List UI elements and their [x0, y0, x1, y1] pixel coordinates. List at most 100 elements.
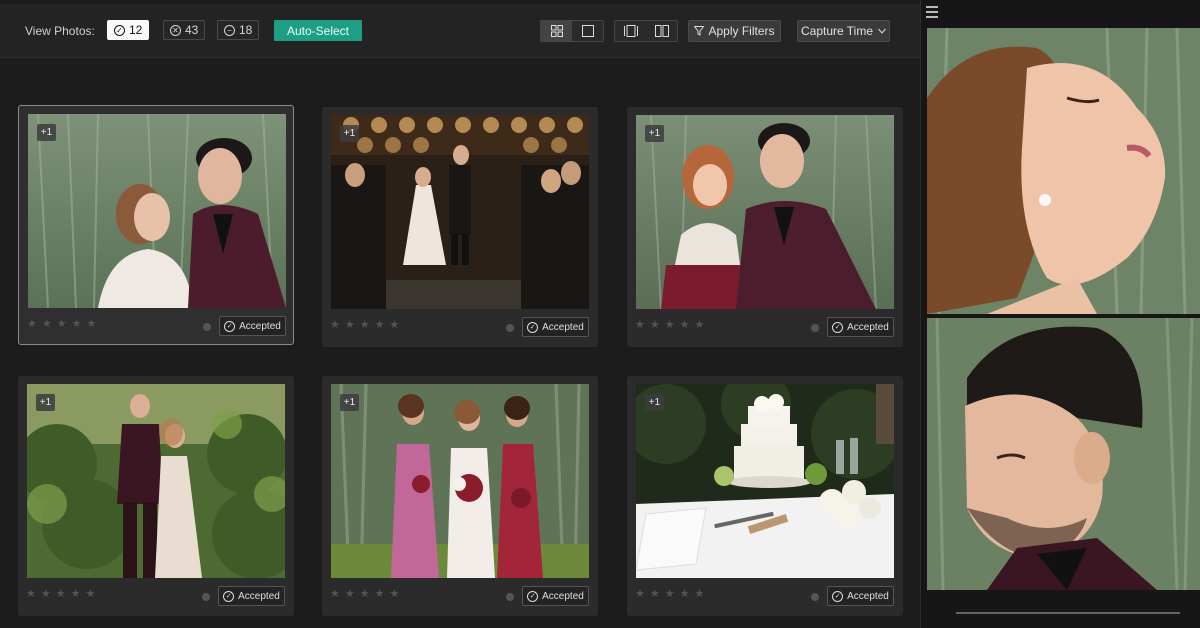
star-icon[interactable]: ★ — [665, 589, 675, 600]
star-icon[interactable]: ★ — [86, 589, 96, 600]
photo-thumbnail[interactable] — [636, 115, 894, 309]
accepted-status-button[interactable]: ✓ Accepted — [522, 317, 589, 337]
photo-card[interactable]: +1 ★ ★ ★ ★ ★ ✓ Accepted — [627, 376, 903, 616]
status-label: Accepted — [542, 321, 584, 333]
color-label-dot[interactable] — [506, 593, 514, 601]
star-icon[interactable]: ★ — [635, 589, 645, 600]
single-view-button[interactable] — [572, 21, 603, 41]
star-icon[interactable]: ★ — [665, 320, 675, 331]
stack-count-badge: +1 — [340, 125, 359, 142]
square-icon — [581, 25, 594, 37]
star-icon[interactable]: ★ — [695, 320, 705, 331]
accepted-count: 12 — [129, 23, 143, 37]
compare-icon — [654, 25, 669, 37]
star-rating[interactable]: ★ ★ ★ ★ ★ — [635, 589, 704, 600]
filmstrip-icon — [623, 25, 638, 37]
color-label-dot[interactable] — [506, 324, 514, 332]
photo-thumbnail[interactable] — [28, 114, 286, 308]
star-icon[interactable]: ★ — [680, 589, 690, 600]
star-icon[interactable]: ★ — [650, 320, 660, 331]
star-icon[interactable]: ★ — [360, 589, 370, 600]
star-icon[interactable]: ★ — [390, 320, 400, 331]
photo-card[interactable]: +1 ★ ★ ★ ★ ★ ✓ Accepted — [627, 107, 903, 347]
photo-card[interactable]: +1 ★ ★ ★ ★ ★ ✓ Accepted — [18, 105, 294, 345]
photo-card[interactable]: +1 ★ ★ ★ ★ ★ ✓ Accepted — [18, 376, 294, 616]
grid-view-button[interactable] — [541, 21, 572, 41]
photo-thumbnail[interactable] — [27, 384, 285, 578]
star-icon[interactable]: ★ — [57, 319, 67, 330]
accepted-status-button[interactable]: ✓ Accepted — [219, 316, 286, 336]
photo-card[interactable]: +1 ★ ★ ★ ★ ★ ✓ Accepted — [322, 107, 598, 347]
grid-icon — [550, 25, 563, 37]
accepted-status-button[interactable]: ✓ Accepted — [522, 586, 589, 606]
star-rating[interactable]: ★ ★ ★ ★ ★ — [635, 320, 704, 331]
star-rating[interactable]: ★ ★ ★ ★ ★ — [26, 589, 95, 600]
toolbar: View Photos: ✓ 12 ✕ 43 − 18 Auto-Select — [0, 4, 920, 58]
filmstrip-view-button[interactable] — [615, 21, 646, 41]
auto-select-button[interactable]: Auto-Select — [274, 20, 362, 41]
accepted-status-button[interactable]: ✓ Accepted — [827, 317, 894, 337]
rejected-count: 43 — [185, 23, 199, 37]
stack-count-badge: +1 — [645, 394, 664, 411]
check-circle-icon: ✓ — [527, 321, 539, 333]
star-icon[interactable]: ★ — [375, 589, 385, 600]
photo-card[interactable]: +1 ★ ★ ★ ★ ★ ✓ Accepted — [322, 376, 598, 616]
star-rating[interactable]: ★ ★ ★ ★ ★ — [330, 320, 399, 331]
compare-view-button[interactable] — [646, 21, 677, 41]
star-icon[interactable]: ★ — [680, 320, 690, 331]
check-circle-icon: ✓ — [114, 24, 125, 36]
star-icon[interactable]: ★ — [650, 589, 660, 600]
preview-image[interactable] — [927, 318, 1200, 590]
accepted-status-button[interactable]: ✓ Accepted — [218, 586, 285, 606]
accepted-count-toggle[interactable]: ✓ 12 — [107, 20, 150, 40]
accepted-status-button[interactable]: ✓ Accepted — [827, 586, 894, 606]
filter-icon — [694, 26, 705, 36]
apply-filters-button[interactable]: Apply Filters — [688, 20, 781, 42]
star-rating[interactable]: ★ ★ ★ ★ ★ — [27, 319, 96, 330]
color-label-dot[interactable] — [202, 593, 210, 601]
star-icon[interactable]: ★ — [360, 320, 370, 331]
star-icon[interactable]: ★ — [41, 589, 51, 600]
star-icon[interactable]: ★ — [42, 319, 52, 330]
check-circle-icon: ✓ — [224, 320, 236, 332]
color-label-dot[interactable] — [203, 323, 211, 331]
star-icon[interactable]: ★ — [695, 589, 705, 600]
star-icon[interactable]: ★ — [72, 319, 82, 330]
star-icon[interactable]: ★ — [345, 589, 355, 600]
panel-divider — [956, 612, 1180, 614]
sort-label: Capture Time — [800, 24, 874, 38]
color-label-dot[interactable] — [811, 324, 819, 332]
status-label: Accepted — [847, 321, 889, 333]
sort-dropdown[interactable]: Capture Time — [797, 20, 890, 42]
star-icon[interactable]: ★ — [345, 320, 355, 331]
star-icon[interactable]: ★ — [635, 320, 645, 331]
preview-panel — [920, 0, 1200, 628]
star-icon[interactable]: ★ — [26, 589, 36, 600]
unreviewed-count: 18 — [239, 23, 253, 37]
minus-circle-icon: − — [224, 24, 235, 36]
star-icon[interactable]: ★ — [56, 589, 66, 600]
photo-thumbnail[interactable] — [331, 384, 589, 578]
star-icon[interactable]: ★ — [390, 589, 400, 600]
star-icon[interactable]: ★ — [330, 320, 340, 331]
color-label-dot[interactable] — [811, 593, 819, 601]
star-icon[interactable]: ★ — [87, 319, 97, 330]
check-circle-icon: ✓ — [223, 590, 235, 602]
photo-thumbnail[interactable] — [331, 115, 589, 309]
x-circle-icon: ✕ — [170, 24, 181, 36]
rejected-count-toggle[interactable]: ✕ 43 — [163, 20, 206, 40]
menu-icon[interactable] — [926, 6, 938, 18]
stack-count-badge: +1 — [37, 124, 56, 141]
star-rating[interactable]: ★ ★ ★ ★ ★ — [330, 589, 399, 600]
star-icon[interactable]: ★ — [375, 320, 385, 331]
star-icon[interactable]: ★ — [330, 589, 340, 600]
stack-count-badge: +1 — [645, 125, 664, 142]
unreviewed-count-toggle[interactable]: − 18 — [217, 20, 260, 40]
star-icon[interactable]: ★ — [71, 589, 81, 600]
star-icon[interactable]: ★ — [27, 319, 37, 330]
photo-thumbnail[interactable] — [636, 384, 894, 578]
preview-image[interactable] — [927, 28, 1200, 314]
apply-filters-label: Apply Filters — [708, 24, 775, 38]
status-label: Accepted — [542, 590, 584, 602]
photo-grid: +1 ★ ★ ★ ★ ★ ✓ Accepted +1 ★ ★ ★ ★ ★ ✓ A… — [0, 59, 920, 628]
